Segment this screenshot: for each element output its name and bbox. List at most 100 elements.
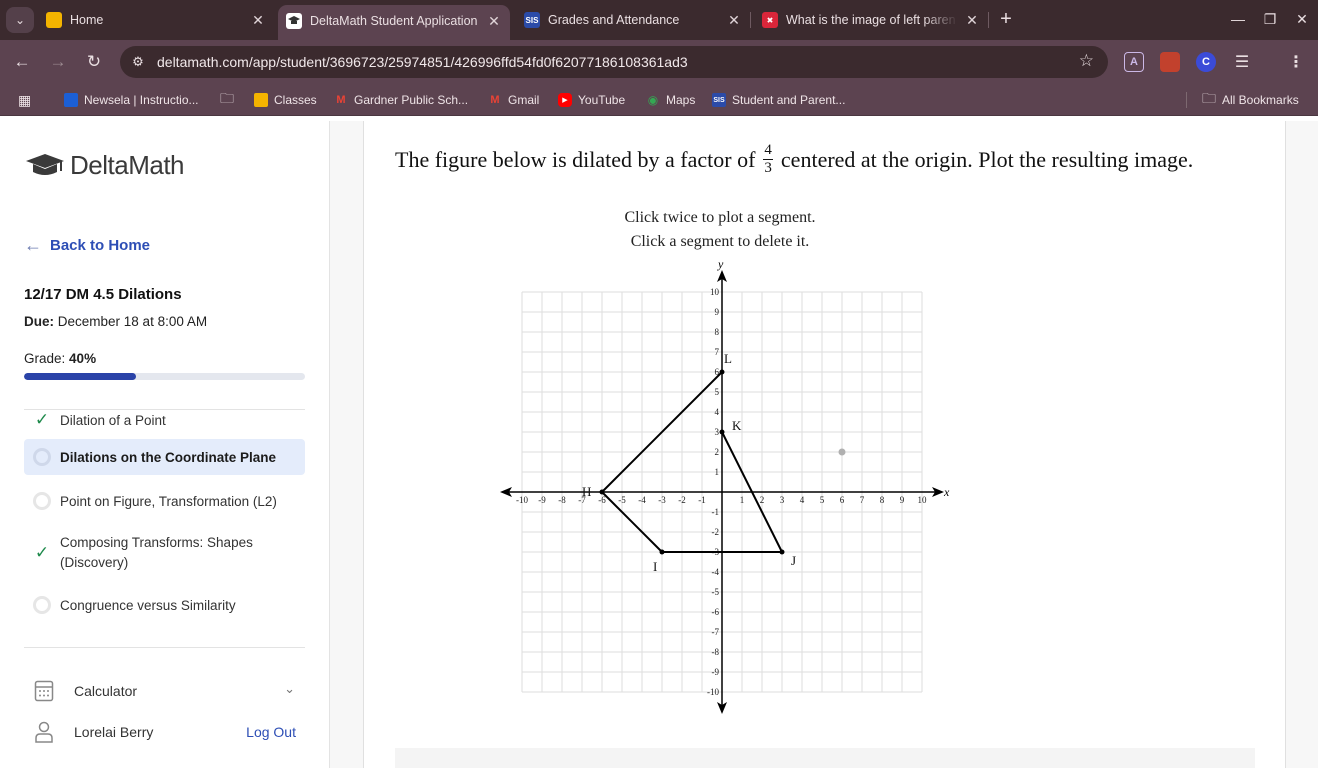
grade-value: 40%	[69, 351, 97, 366]
tab-separator	[988, 12, 989, 28]
immersive-reader-extension-icon[interactable]: A	[1124, 52, 1144, 72]
gmail-icon: M	[336, 94, 346, 106]
problem-item-dilation-of-a-point[interactable]: ✓ Dilation of a Point	[24, 409, 305, 431]
calculator-icon	[34, 680, 54, 702]
extensions-puzzle-icon[interactable]: ☰	[1232, 52, 1252, 72]
grade-label: Grade:	[24, 351, 66, 366]
close-icon: ✕	[1296, 11, 1308, 27]
y-tick-label: -7	[712, 627, 720, 637]
problem-item-congruence-similarity[interactable]: Congruence versus Similarity	[24, 587, 305, 623]
y-tick-label: 10	[710, 287, 720, 297]
vertex-point	[659, 549, 665, 555]
bookmark-star-icon[interactable]: ☆	[1079, 51, 1094, 71]
x-tick-label: -8	[558, 495, 566, 505]
vertex-point	[719, 369, 725, 375]
close-icon[interactable]: ✕	[250, 12, 266, 28]
x-tick-label: 4	[800, 495, 805, 505]
bookmark-extension-icon[interactable]	[1160, 52, 1180, 72]
assignment-title: 12/17 DM 4.5 Dilations	[24, 286, 182, 303]
x-tick-label: -3	[658, 495, 666, 505]
bookmark-label: Maps	[666, 93, 696, 107]
close-window-button[interactable]: ✕	[1290, 8, 1314, 30]
x-tick-label: -4	[638, 495, 646, 505]
calculator-toggle[interactable]: Calculator ⌄	[24, 679, 305, 703]
problem-item-composing-transforms[interactable]: ✓ Composing Transforms: Shapes (Discover…	[24, 527, 305, 579]
instruction-plot: Click twice to plot a segment.	[624, 209, 816, 226]
y-tick-label: -5	[712, 587, 720, 597]
logout-link[interactable]: Log Out	[246, 724, 296, 740]
coordinate-plane[interactable]: x y -10 -9 -8 -7 -6 -5 -4 -3 -2 -1 1 2 3 4 5 6 7 8 9 10 -10 -9 -…	[489, 252, 959, 722]
problem-label: Point on Figure, Transformation (L2)	[60, 493, 277, 509]
c-extension-icon[interactable]: C	[1196, 52, 1216, 72]
bookmark-folder[interactable]: 🗀	[220, 90, 234, 108]
problem-item-point-on-figure[interactable]: Point on Figure, Transformation (L2)	[24, 483, 305, 519]
newsela-icon	[64, 93, 78, 107]
x-tick-label: 2	[760, 495, 765, 505]
gmail-icon: M	[490, 94, 500, 106]
y-tick-label: 5	[715, 387, 720, 397]
bookmark-label: Classes	[274, 93, 317, 107]
y-tick-label: -1	[712, 507, 720, 517]
restore-button[interactable]: ❐	[1258, 8, 1282, 30]
due-line: Due: December 18 at 8:00 AM	[24, 314, 207, 329]
bookmark-student-parent[interactable]: SIS Student and Parent...	[712, 92, 845, 108]
sidebar-divider	[24, 647, 305, 648]
user-icon	[35, 721, 53, 743]
bookmark-label: All Bookmarks	[1222, 93, 1299, 107]
tab-deltamath[interactable]: DeltaMath Student Application ✕	[278, 5, 510, 40]
vertex-label: J	[791, 553, 796, 568]
x-tick-label: 5	[820, 495, 825, 505]
arrow-right-icon: →	[49, 52, 67, 71]
y-axis-label: y	[717, 257, 724, 271]
tab-home[interactable]: Home ✕	[46, 6, 266, 34]
new-tab-button[interactable]: +	[996, 9, 1016, 29]
bookmark-classes[interactable]: Classes	[254, 92, 317, 108]
user-row: Lorelai Berry Log Out	[24, 720, 305, 744]
url-text[interactable]: deltamath.com/app/student/3696723/259748…	[157, 54, 688, 70]
y-tick-label: -2	[712, 527, 720, 537]
all-bookmarks-button[interactable]: 🗀 All Bookmarks	[1202, 90, 1299, 108]
grade-progress-bar	[24, 373, 305, 380]
site-info-icon[interactable]: ⚙	[128, 52, 148, 72]
bookmark-gmail[interactable]: M Gmail	[488, 92, 539, 108]
x-tick-label: 10	[918, 495, 928, 505]
progress-ring-icon	[33, 448, 51, 466]
forward-button[interactable]: →	[46, 50, 70, 74]
progress-ring-icon	[33, 596, 51, 614]
folder-icon: 🗀	[220, 90, 234, 106]
dilation-factor: 4 3	[763, 143, 773, 176]
deltamath-logo[interactable]: DeltaMath	[24, 150, 185, 181]
close-icon[interactable]: ✕	[964, 12, 980, 28]
apps-grid-button[interactable]: ▦	[18, 92, 31, 108]
grade-line: Grade: 40%	[24, 351, 96, 366]
bookmark-youtube[interactable]: ▶ YouTube	[558, 92, 625, 108]
minimize-button[interactable]: —	[1226, 8, 1250, 30]
close-icon[interactable]: ✕	[486, 13, 502, 29]
tab-question-search[interactable]: ✖ What is the image of left paren ✕	[762, 6, 980, 34]
factor-numerator: 4	[763, 142, 773, 160]
question-suffix: centered at the origin. Plot the resulti…	[780, 146, 1194, 172]
address-bar[interactable]: ⚙ deltamath.com/app/student/3696723/2597…	[120, 46, 1108, 78]
bookmark-maps[interactable]: ◉ Maps	[646, 92, 696, 108]
x-tick-label: 9	[900, 495, 905, 505]
problem-item-dilations-on-coordinate-plane[interactable]: Dilations on the Coordinate Plane	[24, 439, 305, 475]
reload-button[interactable]: ↻	[82, 50, 106, 74]
problem-label: Dilation of a Point	[60, 412, 166, 428]
chevron-down-icon: ⌄	[284, 681, 295, 696]
tab-title: Grades and Attendance	[548, 13, 680, 27]
menu-kebab-icon[interactable]: ⋮	[1286, 52, 1306, 72]
back-to-home-link[interactable]: ← Back to Home	[24, 235, 150, 256]
browser-toolbar: ← → ↻ ⚙ deltamath.com/app/student/369672…	[0, 40, 1318, 84]
vertex-label: H	[582, 484, 591, 499]
tab-search-button[interactable]: ⌄	[6, 7, 34, 33]
y-tick-label: 1	[715, 467, 720, 477]
bookmark-gardner[interactable]: M Gardner Public Sch...	[334, 92, 468, 108]
y-tick-label: 8	[715, 327, 720, 337]
close-icon[interactable]: ✕	[726, 12, 742, 28]
bookmark-newsela[interactable]: Newsela | Instructio...	[64, 92, 199, 108]
bookmarks-divider	[1186, 92, 1187, 108]
tab-grades[interactable]: SIS Grades and Attendance ✕	[524, 6, 742, 34]
progress-ring-icon	[33, 492, 51, 510]
x-tick-label: -6	[598, 495, 606, 505]
back-button[interactable]: ←	[10, 50, 34, 74]
